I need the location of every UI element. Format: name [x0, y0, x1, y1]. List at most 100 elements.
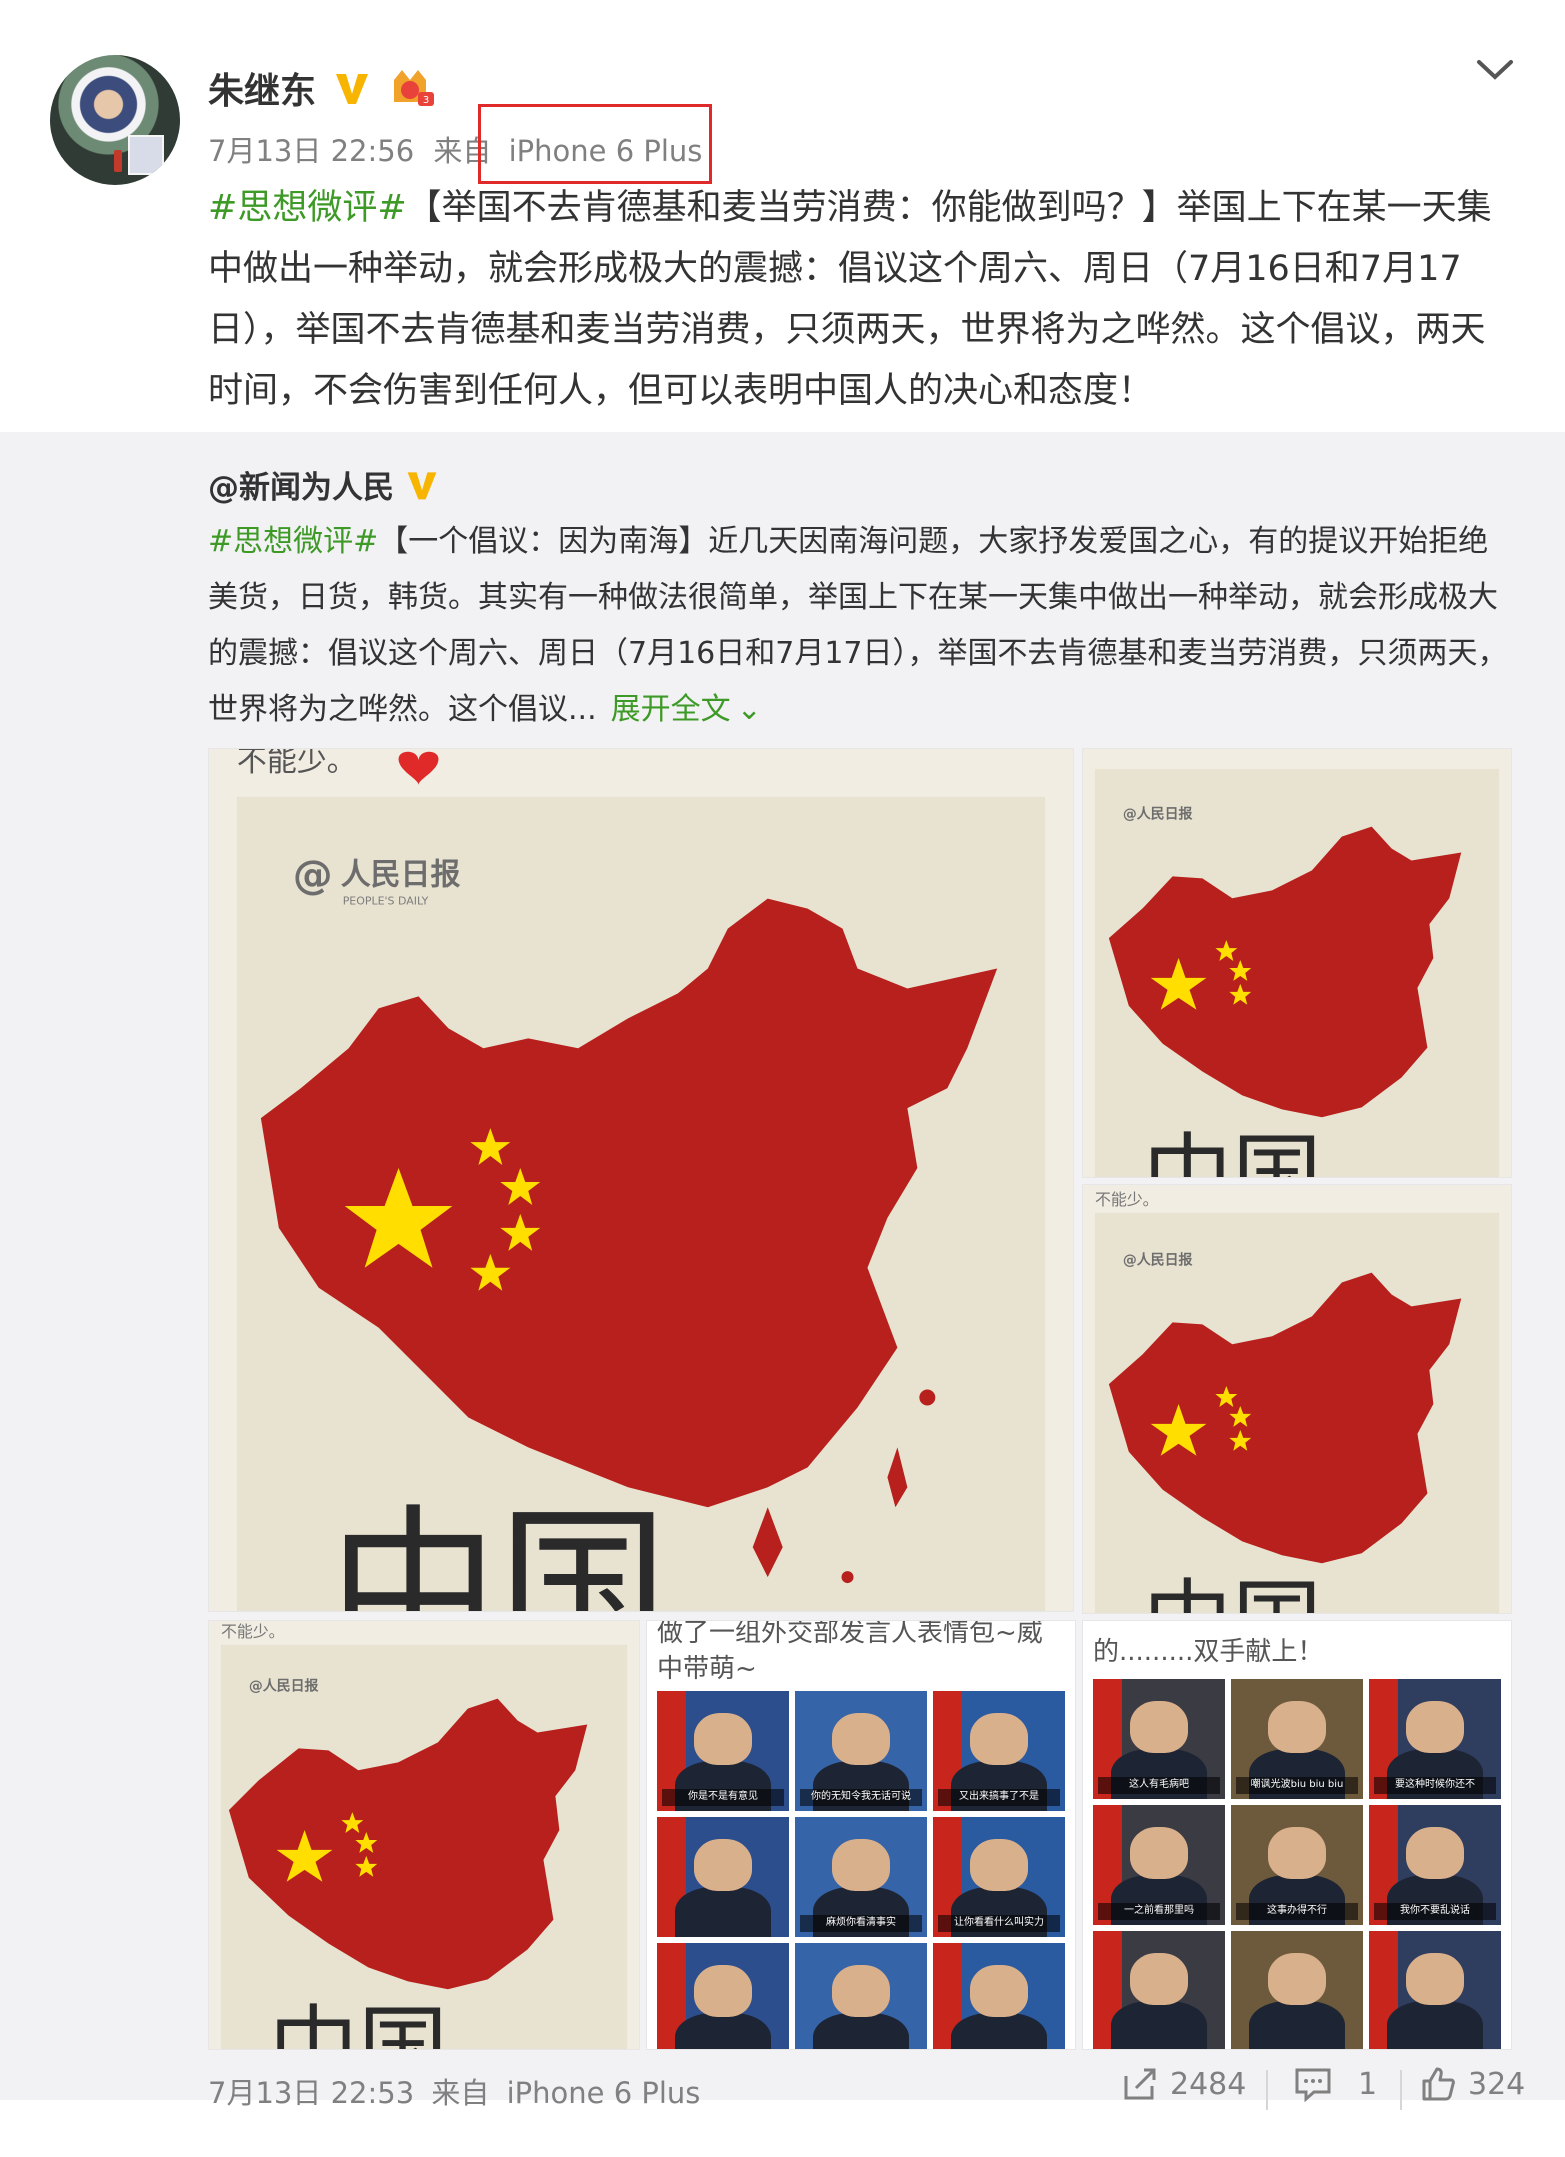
meme-subtitle: 让你看看什么叫实力	[938, 1915, 1060, 1933]
person-face	[831, 1964, 891, 2018]
repost-image-3[interactable]: 不能少。 @人民日报 中国	[1082, 1184, 1512, 1614]
member-badge-icon[interactable]: 3	[388, 66, 438, 110]
repost-image-large[interactable]: @ 人民日报 PEOPLE'S DAILY 中国 不能少。	[208, 748, 1074, 1612]
person-face	[1405, 1952, 1465, 2006]
person-face	[1267, 1952, 1327, 2006]
meme-grid-cell: 这人有毛病吧	[1093, 1679, 1225, 1799]
like-button[interactable]: 324	[1420, 2066, 1525, 2102]
person-face	[969, 1838, 1029, 1892]
svg-text:3: 3	[423, 95, 429, 106]
post-body: #思想微评#【举国不去肯德基和麦当劳消费：你能做到吗？】举国上下在某一天集中做出…	[208, 178, 1508, 422]
post-footer: 7月13日 22:53 来自 iPhone 6 Plus 2484 1 324	[0, 2040, 1565, 2140]
people-daily-logo-sub: PEOPLE'S DAILY	[343, 895, 429, 908]
comment-button[interactable]: 1	[1294, 2066, 1377, 2102]
yellow-v-icon[interactable]	[332, 68, 372, 108]
meme-subtitle: 要这种时候你还不	[1374, 1777, 1496, 1795]
person-face	[693, 1712, 753, 1766]
share-icon	[1124, 2068, 1156, 2100]
post-menu-chevron-icon[interactable]	[1472, 50, 1518, 90]
meme-grid-cell	[933, 1943, 1065, 2049]
svg-text:不能少。: 不能少。	[1095, 1190, 1159, 1209]
meme-grid-cell: 你是不是有意见	[657, 1691, 789, 1811]
repost-meta: 7月13日 22:53 来自 iPhone 6 Plus	[208, 2070, 700, 2112]
person-suit	[675, 1886, 771, 1937]
meme-grid-cell	[657, 1817, 789, 1937]
meme-grid-cell: 又出来搞事了不是	[933, 1691, 1065, 1811]
share-count: 2484	[1170, 2066, 1247, 2102]
footer-divider	[1266, 2070, 1268, 2110]
person-face	[831, 1838, 891, 1892]
person-face	[1267, 1826, 1327, 1880]
expand-chevron-icon[interactable]: ⌄	[737, 682, 762, 738]
meme-grid-cell	[1093, 1931, 1225, 2049]
post-hashtag[interactable]: #思想微评#	[208, 188, 407, 228]
person-face	[1129, 1952, 1189, 2006]
repost-device[interactable]: iPhone 6 Plus	[507, 2076, 701, 2110]
china-map-illustration-small: @人民日报 中国	[1083, 749, 1511, 1177]
meme-grid-cell: 嘲讽光波biu biu biu	[1231, 1679, 1363, 1799]
repost-image-5[interactable]: 做了一组外交部发言人表情包~威中带萌~ 你是不是有意见 你的无知令我无话可说 又出来…	[646, 1620, 1076, 2050]
repost-author-name[interactable]: @新闻为人民	[208, 462, 394, 507]
person-face	[1405, 1826, 1465, 1880]
meme-subtitle: 我你不要乱说话	[1374, 1903, 1496, 1921]
meme-grid-cell: 你的无知令我无话可说	[795, 1691, 927, 1811]
svg-text:@人民日报: @人民日报	[1123, 1253, 1193, 1269]
comment-count: 1	[1358, 2066, 1378, 2102]
repost-block: @新闻为人民 #思想微评#【一个倡议：因为南海】近几天因南海问题，大家抒发爱国之…	[0, 432, 1565, 2100]
author-name[interactable]: 朱继东	[208, 62, 316, 114]
meme-grid-cell	[1231, 1931, 1363, 2049]
author-avatar[interactable]	[50, 55, 180, 185]
meme-subtitle: 你的无知令我无话可说	[800, 1789, 922, 1807]
repost-image-4[interactable]: 不能少。 @人民日报 中国	[208, 1620, 640, 2050]
meme-subtitle: 一之前看那里吗	[1098, 1903, 1220, 1921]
meme-grid-cell: 这事办得不行	[1231, 1805, 1363, 1925]
repost-body-text: 【一个倡议：因为南海】近几天因南海问题，大家抒发爱国之心，有的提议开始拒绝美货，…	[208, 524, 1508, 727]
meme-grid-cell: 我你不要乱说话	[1369, 1805, 1501, 1925]
person-face	[693, 1964, 753, 2018]
repost-author-row: @新闻为人民	[208, 462, 440, 507]
svg-text:@人民日报: @人民日报	[249, 1679, 319, 1695]
meme-grid-cell	[1369, 1931, 1501, 2049]
like-count: 324	[1468, 2066, 1526, 2102]
person-face	[969, 1964, 1029, 2018]
meme-subtitle: 麻烦你看清事实	[800, 1915, 922, 1933]
meme-subtitle: 嘲讽光波biu biu biu	[1236, 1777, 1358, 1795]
meme-subtitle: 你是不是有意见	[662, 1789, 784, 1807]
person-face	[1267, 1700, 1327, 1754]
repost-time[interactable]: 7月13日 22:53	[208, 2076, 414, 2110]
repost-image-6[interactable]: 的.........双手献上！ 这人有毛病吧 嘲讽光波biu biu biu 要这种…	[1082, 1620, 1512, 2050]
image-5-caption: 做了一组外交部发言人表情包~威中带萌~	[657, 1620, 1043, 1684]
author-row: 朱继东 3	[208, 60, 438, 116]
comment-icon	[1295, 2068, 1331, 2102]
weibo-post: 朱继东 3 7月13日 22:56 来自 iPhone 6 Plus #思想微评…	[0, 0, 1565, 2157]
footer-divider	[1400, 2070, 1402, 2110]
person-face	[1129, 1700, 1189, 1754]
image-caption-top: 不能少。	[237, 749, 357, 779]
svg-text:中国: 中国	[1143, 1571, 1322, 1613]
meme-grid-cell: 让你看看什么叫实力	[933, 1817, 1065, 1937]
repost-hashtag[interactable]: #思想微评#	[208, 524, 378, 559]
meme-grid-cell	[795, 1943, 927, 2049]
repost-from-label: 来自	[431, 2076, 490, 2110]
china-map-illustration-small-2: 不能少。 @人民日报 中国	[1083, 1185, 1511, 1613]
meme-subtitle: 这事办得不行	[1236, 1903, 1358, 1921]
person-face	[831, 1712, 891, 1766]
china-map-illustration: @ 人民日报 PEOPLE'S DAILY 中国 不能少。	[209, 749, 1073, 1611]
person-face	[1129, 1826, 1189, 1880]
repost-body: #思想微评#【一个倡议：因为南海】近几天因南海问题，大家抒发爱国之心，有的提议开…	[208, 514, 1508, 738]
repost-image-2[interactable]: @人民日报 中国	[1082, 748, 1512, 1178]
avatar-laptop-detail	[128, 135, 164, 175]
people-daily-logo-text: 人民日报	[341, 858, 461, 893]
expand-full-text-link[interactable]: 展开全文	[611, 692, 731, 727]
share-button[interactable]: 2484	[1122, 2066, 1246, 2102]
person-face	[1405, 1700, 1465, 1754]
person-face	[693, 1838, 753, 1892]
device-highlight-box	[478, 104, 712, 184]
svg-text:中国: 中国	[1143, 1125, 1322, 1177]
meme-grid-cell	[657, 1943, 789, 2049]
meme-grid-cell: 麻烦你看清事实	[795, 1817, 927, 1937]
yellow-v-icon[interactable]	[404, 467, 440, 503]
image-6-caption: 的.........双手献上！	[1093, 1637, 1324, 1667]
post-time[interactable]: 7月13日 22:56	[208, 134, 414, 168]
meme-subtitle: 又出来搞事了不是	[938, 1789, 1060, 1807]
